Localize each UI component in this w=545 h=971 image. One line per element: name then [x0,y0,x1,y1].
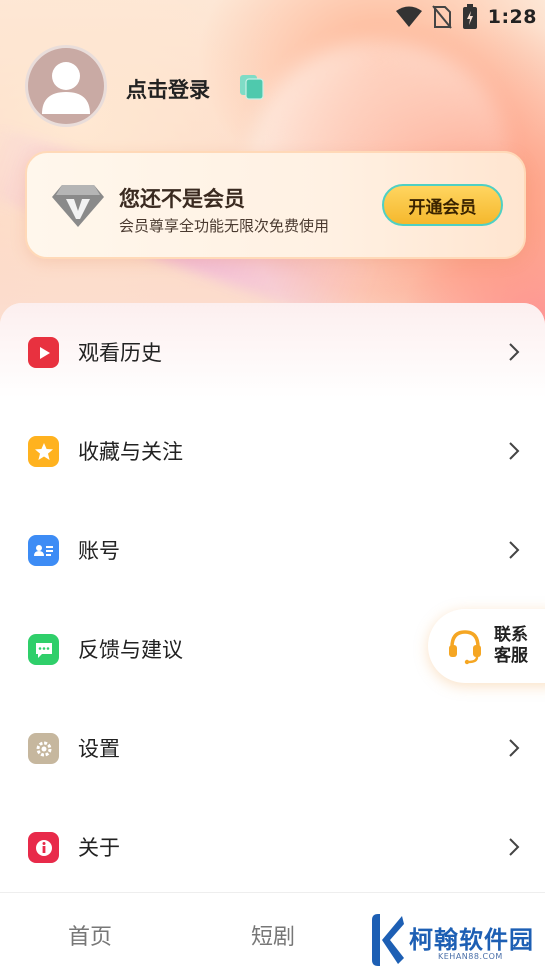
no-sim-icon [431,5,452,29]
menu-item-label: 收藏与关注 [78,440,183,464]
vip-title: 您还不是会员 [119,187,245,211]
menu-item-about[interactable]: 关于 [0,798,545,897]
avatar[interactable] [25,45,107,127]
menu-list: 观看历史 收藏与关注 账号 反馈与建议 设置 关于 [0,303,545,893]
customer-service-button[interactable]: 联系 客服 [428,609,545,683]
status-bar: 1:28 [395,0,545,34]
open-vip-button[interactable]: 开通会员 [382,184,503,226]
menu-item-label: 设置 [78,737,120,761]
account-card-icon [28,535,59,566]
menu-item-label: 观看历史 [78,341,162,365]
login-link[interactable]: 点击登录 [126,74,210,104]
watermark-logo [372,914,404,966]
menu-item-favorites[interactable]: 收藏与关注 [0,402,545,501]
vip-card[interactable]: 您还不是会员 会员尊享全功能无限次免费使用 开通会员 [25,151,526,259]
status-time: 1:28 [487,6,537,28]
tab-home[interactable]: 首页 [68,919,112,951]
chevron-right-icon [509,838,520,856]
diamond-v-badge-icon [52,185,104,227]
menu-item-label: 关于 [78,836,120,860]
copy-icon[interactable] [238,73,266,101]
user-avatar-icon [42,62,90,114]
chevron-right-icon [509,442,520,460]
watermark-text: 柯翰软件园 [409,926,534,954]
headset-icon [449,630,481,665]
menu-item-history[interactable]: 观看历史 [0,303,545,402]
menu-item-label: 账号 [78,539,120,563]
tab-short-drama[interactable]: 短剧 [251,919,295,951]
menu-item-settings[interactable]: 设置 [0,699,545,798]
vip-subtitle: 会员尊享全功能无限次免费使用 [119,217,330,235]
chevron-right-icon [509,343,520,361]
battery-charging-icon [462,4,477,29]
watermark: 柯翰软件园 KEHAN88.COM [368,908,538,968]
menu-item-label: 反馈与建议 [78,638,183,662]
info-icon [28,832,59,863]
play-icon [28,337,59,368]
menu-item-account[interactable]: 账号 [0,501,545,600]
chevron-right-icon [509,739,520,757]
watermark-url: KEHAN88.COM [438,952,503,961]
star-icon [28,436,59,467]
chevron-right-icon [509,541,520,559]
customer-service-label: 联系 客服 [494,625,528,666]
gear-icon [28,733,59,764]
wifi-icon [395,6,422,27]
message-icon [28,634,59,665]
profile-screen: 1:28 点击登录 您还不是会员 会员尊享全功能无限次免费使用 开通会员 观看历… [0,0,545,971]
